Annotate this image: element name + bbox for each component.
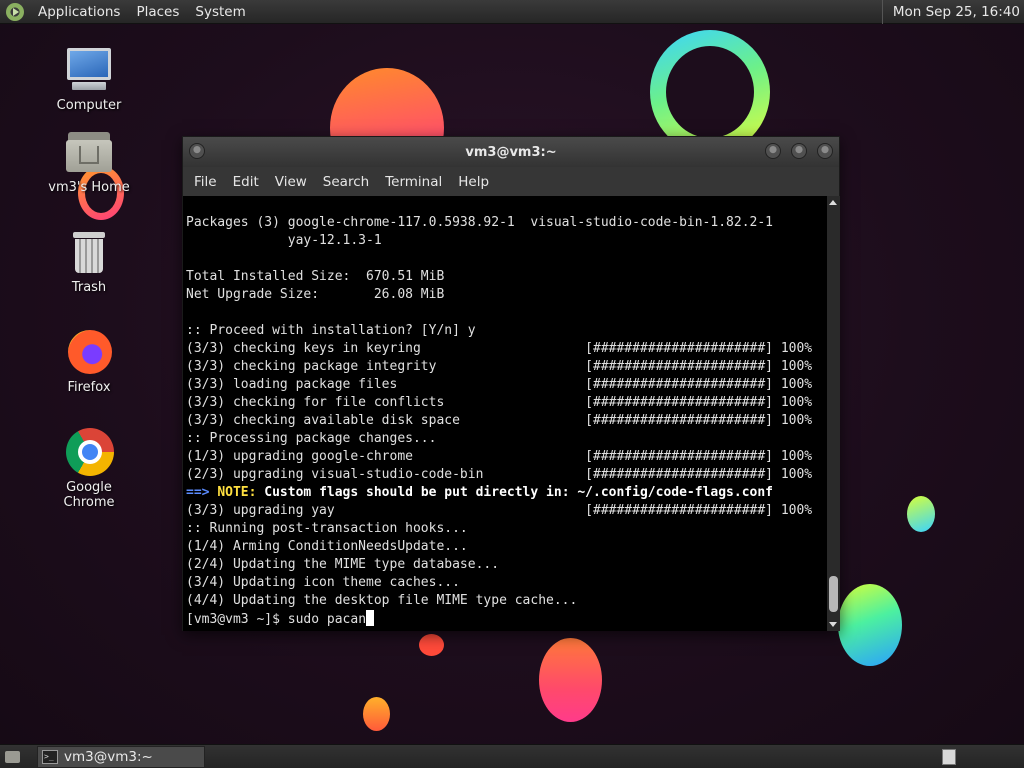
wallpaper-shape xyxy=(838,584,902,666)
scroll-down-icon[interactable] xyxy=(829,622,837,627)
terminal-note-line: ==> NOTE: Custom flags should be put dir… xyxy=(186,484,827,502)
terminal-line: (3/4) Updating icon theme caches... xyxy=(186,575,460,590)
desktop-icon-home[interactable]: vm3's Home xyxy=(39,128,139,195)
terminal-line: yay-12.1.3-1 xyxy=(186,233,382,248)
bottom-panel: >_ vm3@vm3:~ xyxy=(0,744,1024,768)
distro-logo-icon[interactable] xyxy=(6,2,24,21)
text-cursor xyxy=(366,610,375,626)
terminal-menubar: File Edit View Search Terminal Help xyxy=(183,167,839,196)
terminal-line: :: Running post-transaction hooks... xyxy=(186,521,468,536)
terminal-line: (3/3) checking available disk space [###… xyxy=(186,413,813,428)
terminal-icon: >_ xyxy=(42,749,58,764)
terminal-line: (4/4) Updating the desktop file MIME typ… xyxy=(186,593,578,608)
terminal-line: :: Proceed with installation? [Y/n] y xyxy=(186,323,476,338)
terminal-line: (2/4) Updating the MIME type database... xyxy=(186,557,500,572)
menu-places[interactable]: Places xyxy=(128,4,187,20)
wallpaper-shape xyxy=(907,496,935,532)
close-button[interactable] xyxy=(817,143,833,159)
terminal-line: Net Upgrade Size: 26.08 MiB xyxy=(186,287,445,302)
note-arrow: ==> xyxy=(186,485,210,500)
taskbar-item-terminal[interactable]: >_ vm3@vm3:~ xyxy=(37,745,205,768)
menu-file[interactable]: File xyxy=(186,174,225,190)
menu-edit[interactable]: Edit xyxy=(225,174,267,190)
desktop-icon-firefox[interactable]: Firefox xyxy=(39,328,139,395)
window-titlebar[interactable]: vm3@vm3:~ xyxy=(183,137,839,167)
window-menu-icon[interactable] xyxy=(189,143,205,159)
trash-icon xyxy=(64,228,114,276)
menu-help[interactable]: Help xyxy=(450,174,497,190)
desktop-icon-chrome[interactable]: Google Chrome xyxy=(39,428,139,510)
terminal-line: (3/3) checking keys in keyring [########… xyxy=(186,341,813,356)
taskbar-item-label: vm3@vm3:~ xyxy=(64,748,153,765)
maximize-button[interactable] xyxy=(791,143,807,159)
desktop-icon-trash[interactable]: Trash xyxy=(39,228,139,295)
wallpaper-shape xyxy=(539,638,602,722)
terminal-line: (3/3) loading package files [###########… xyxy=(186,377,813,392)
panel-clock[interactable]: Mon Sep 25, 16:40 xyxy=(881,0,1024,24)
menu-applications[interactable]: Applications xyxy=(30,4,128,20)
desktop-icon-label: Trash xyxy=(71,280,107,295)
menu-search[interactable]: Search xyxy=(315,174,377,190)
menu-terminal[interactable]: Terminal xyxy=(377,174,450,190)
terminal-output[interactable]: Packages (3) google-chrome-117.0.5938.92… xyxy=(183,196,827,631)
show-desktop-icon[interactable] xyxy=(3,748,23,766)
wallpaper-shape xyxy=(419,634,444,656)
terminal-scrollbar[interactable] xyxy=(827,196,840,631)
computer-icon xyxy=(64,46,114,94)
desktop-icon-label: vm3's Home xyxy=(48,180,130,195)
menu-view[interactable]: View xyxy=(267,174,315,190)
desktop-icon-label: Computer xyxy=(56,98,122,113)
minimize-button[interactable] xyxy=(765,143,781,159)
terminal-line: (1/3) upgrading google-chrome [#########… xyxy=(186,449,813,464)
terminal-line: (3/3) upgrading yay [###################… xyxy=(186,503,813,518)
top-panel: Applications Places System Mon Sep 25, 1… xyxy=(0,0,1024,24)
terminal-line: (3/3) checking package integrity [######… xyxy=(186,359,813,374)
wallpaper-shape xyxy=(363,697,390,731)
terminal-prompt-line[interactable]: [vm3@vm3 ~]$ sudo pacan xyxy=(186,610,827,628)
command-input[interactable]: sudo pacan xyxy=(288,612,366,627)
note-text: Custom flags should be put directly in: … xyxy=(256,485,774,500)
terminal-window[interactable]: vm3@vm3:~ File Edit View Search Terminal… xyxy=(182,136,840,631)
chrome-icon xyxy=(64,428,114,476)
shell-prompt: [vm3@vm3 ~]$ xyxy=(186,612,288,627)
firefox-icon xyxy=(64,328,114,376)
terminal-line: (2/3) upgrading visual-studio-code-bin [… xyxy=(186,467,813,482)
note-keyword: NOTE: xyxy=(217,485,257,500)
desktop-icon-computer[interactable]: Computer xyxy=(39,46,139,113)
desktop-icon-label: Firefox xyxy=(67,380,111,395)
terminal-line: Packages (3) google-chrome-117.0.5938.92… xyxy=(186,215,773,230)
scroll-up-icon[interactable] xyxy=(829,200,837,205)
home-folder-icon xyxy=(64,128,114,176)
terminal-line: (1/4) Arming ConditionNeedsUpdate... xyxy=(186,539,468,554)
terminal-line: (3/3) checking for file conflicts [#####… xyxy=(186,395,813,410)
terminal-line: :: Processing package changes... xyxy=(186,431,437,446)
window-title: vm3@vm3:~ xyxy=(465,144,557,160)
desktop-icon-label: Google Chrome xyxy=(63,480,115,510)
workspace-switcher[interactable] xyxy=(942,748,956,765)
scrollbar-thumb[interactable] xyxy=(829,576,838,612)
menu-system[interactable]: System xyxy=(187,4,253,20)
terminal-line: Total Installed Size: 670.51 MiB xyxy=(186,269,445,284)
